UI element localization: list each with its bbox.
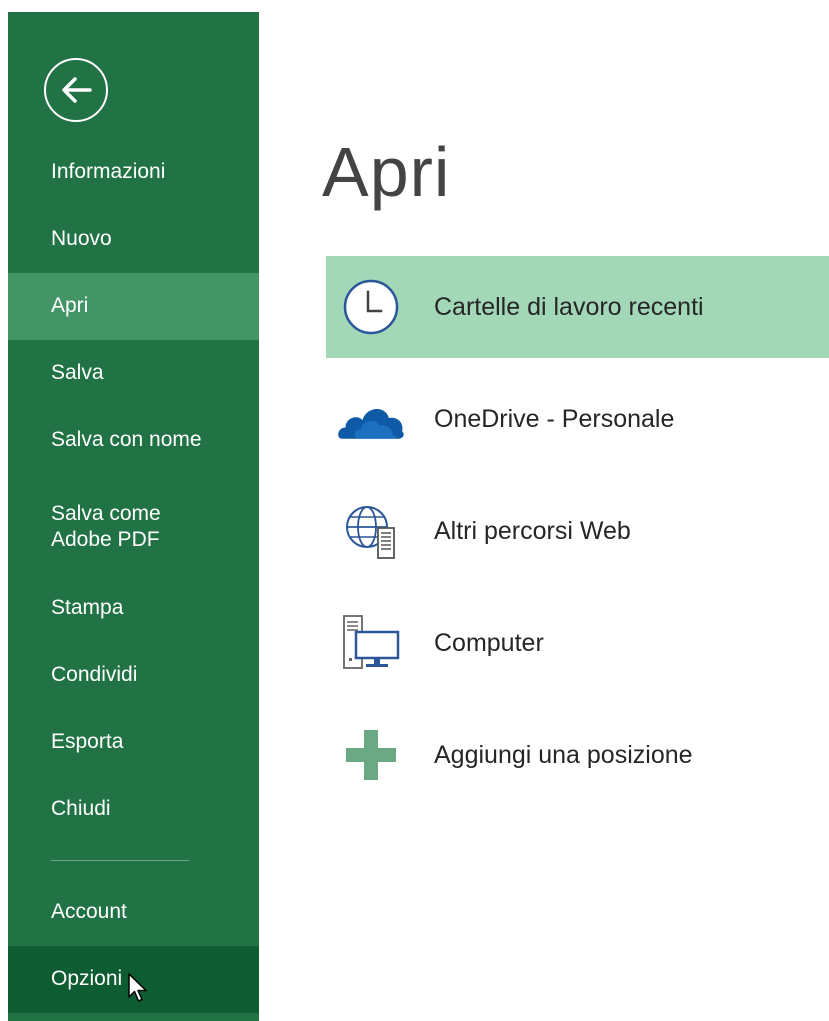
onedrive-cloud-icon [338, 386, 404, 452]
nav-item-label: Account [51, 900, 127, 924]
nav-item-label: Informazioni [51, 160, 166, 184]
plus-icon [338, 722, 404, 788]
nav-item-label: Condividi [51, 663, 138, 687]
back-button[interactable] [44, 58, 108, 122]
nav-item-chiudi[interactable]: Chiudi [8, 776, 259, 843]
nav-item-label: Salva [51, 361, 104, 385]
nav-item-esporta[interactable]: Esporta [8, 709, 259, 776]
location-recent-workbooks[interactable]: Cartelle di lavoro recenti [326, 256, 829, 358]
backstage-sidebar: Informazioni Nuovo Apri Salva Salva con … [8, 12, 259, 1021]
nav-item-salva-con-nome[interactable]: Salva con nome [8, 407, 259, 474]
location-onedrive[interactable]: OneDrive - Personale [326, 368, 829, 470]
location-label: Aggiungi una posizione [434, 740, 693, 769]
page-title: Apri [322, 133, 451, 211]
nav-item-condividi[interactable]: Condividi [8, 642, 259, 709]
nav-item-salva[interactable]: Salva [8, 340, 259, 407]
sidebar-divider [51, 860, 189, 861]
nav-item-label: Chiudi [51, 797, 111, 821]
nav-item-label: Apri [51, 294, 89, 318]
nav-item-salva-come-adobe-pdf[interactable]: Salva come Adobe PDF [8, 484, 259, 570]
back-arrow-icon [62, 77, 92, 103]
nav-item-apri[interactable]: Apri [8, 273, 259, 340]
location-label: Computer [434, 628, 544, 657]
nav-item-label: Salva come Adobe PDF [51, 501, 161, 551]
globe-web-icon [338, 498, 404, 564]
computer-icon [338, 610, 404, 676]
location-label: Altri percorsi Web [434, 516, 631, 545]
clock-icon [338, 274, 404, 340]
nav-item-label: Salva con nome [51, 428, 202, 452]
nav-item-stampa[interactable]: Stampa [8, 575, 259, 642]
location-label: OneDrive - Personale [434, 404, 675, 433]
nav-item-label: Nuovo [51, 227, 112, 251]
location-computer[interactable]: Computer [326, 592, 829, 694]
nav-item-label: Opzioni [51, 967, 123, 991]
nav-item-label: Esporta [51, 730, 124, 754]
nav-item-label: Stampa [51, 596, 124, 620]
nav-item-account[interactable]: Account [8, 879, 259, 946]
location-label: Cartelle di lavoro recenti [434, 292, 704, 321]
location-add-place[interactable]: Aggiungi una posizione [326, 704, 829, 806]
mouse-cursor-icon [128, 973, 147, 1002]
nav-item-nuovo[interactable]: Nuovo [8, 206, 259, 273]
location-other-web[interactable]: Altri percorsi Web [326, 480, 829, 582]
nav-item-informazioni[interactable]: Informazioni [8, 139, 259, 206]
